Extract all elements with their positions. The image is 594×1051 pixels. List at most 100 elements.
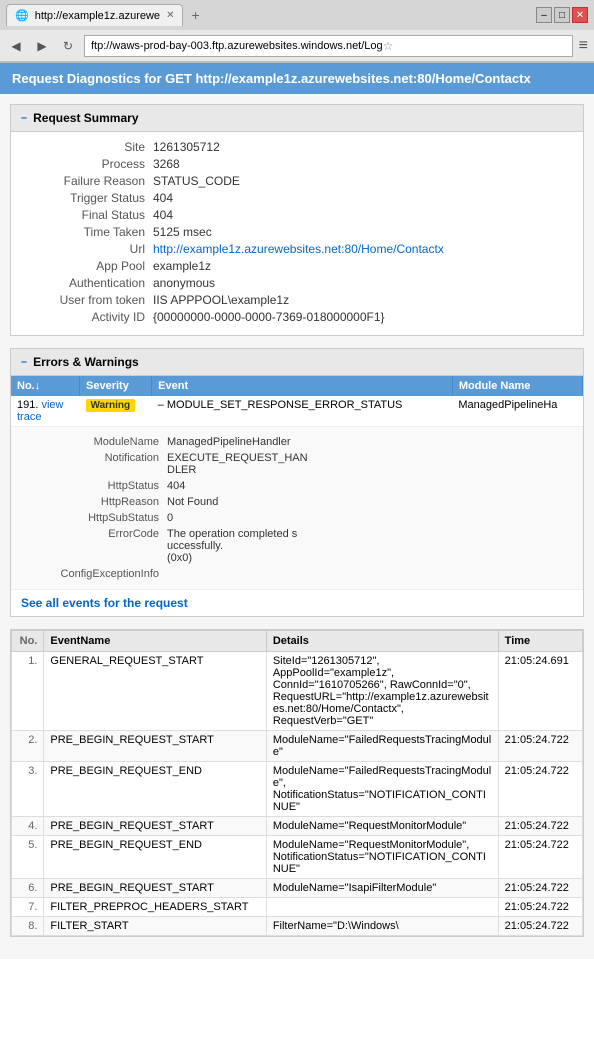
maximize-btn[interactable]: □ <box>554 7 570 23</box>
label-time-taken: Time Taken <box>23 225 153 239</box>
content-area: – Request Summary Site 1261305712 Proces… <box>0 94 594 959</box>
event-row-details: ModuleName="FailedRequestsTracingModule"… <box>266 762 498 817</box>
event-row-name: PRE_BEGIN_REQUEST_START <box>44 879 266 898</box>
field-row-activity-id: Activity ID {00000000-0000-0000-7369-018… <box>23 310 571 324</box>
col-module: Module Name <box>452 376 582 396</box>
event-row: 1. GENERAL_REQUEST_START SiteId="1261305… <box>12 652 583 731</box>
event-row-num: 7. <box>12 898 44 917</box>
label-trigger-status: Trigger Status <box>23 191 153 205</box>
request-summary-header: – Request Summary <box>11 105 583 132</box>
label-site: Site <box>23 140 153 154</box>
bookmark-icon[interactable]: ☆ <box>383 39 394 53</box>
detail-http-status: HttpStatus 404 <box>37 478 567 494</box>
event-row-name: FILTER_START <box>44 917 266 936</box>
event-row-name: PRE_BEGIN_REQUEST_START <box>44 817 266 836</box>
close-btn[interactable]: ✕ <box>572 7 588 23</box>
event-row-time: 21:05:24.722 <box>498 836 582 879</box>
event-row-details: SiteId="1261305712", AppPoolId="example1… <box>266 652 498 731</box>
minimize-btn[interactable]: – <box>536 7 552 23</box>
event-row-num: 6. <box>12 879 44 898</box>
field-row-app-pool: App Pool example1z <box>23 259 571 273</box>
value-time-taken: 5125 msec <box>153 225 212 239</box>
error-row-191: 191. viewtrace Warning – MODULE_SET_RESP… <box>11 396 583 427</box>
event-row-details: ModuleName="IsapiFilterModule" <box>266 879 498 898</box>
value-url[interactable]: http://example1z.azurewebsites.net:80/Ho… <box>153 242 444 256</box>
request-summary-section: – Request Summary Site 1261305712 Proces… <box>10 104 584 336</box>
browser-chrome: 🌐 http://example1z.azurewe ✕ + – □ ✕ ◀ ▶… <box>0 0 594 63</box>
new-tab-btn[interactable]: + <box>185 5 205 25</box>
event-row-details <box>266 898 498 917</box>
collapse-errors-btn[interactable]: – <box>21 356 27 368</box>
error-row-number: 191. <box>17 399 41 411</box>
field-row-time-taken: Time Taken 5125 msec <box>23 225 571 239</box>
value-http-status: 404 <box>167 480 185 492</box>
menu-btn[interactable]: ≡ <box>579 37 588 55</box>
back-btn[interactable]: ◀ <box>6 36 26 56</box>
event-row-name: FILTER_PREPROC_HEADERS_START <box>44 898 266 917</box>
field-row-final-status: Final Status 404 <box>23 208 571 222</box>
field-row-user-from-token: User from token IIS APPPOOL\example1z <box>23 293 571 307</box>
tab-favicon: 🌐 <box>15 9 29 22</box>
event-row-time: 21:05:24.691 <box>498 652 582 731</box>
label-http-reason: HttpReason <box>37 496 167 508</box>
error-module: ManagedPipelineHa <box>452 396 582 427</box>
event-row-time: 21:05:24.722 <box>498 817 582 836</box>
request-summary-title: Request Summary <box>33 111 138 125</box>
event-row-num: 1. <box>12 652 44 731</box>
address-bar: ◀ ▶ ↻ ftp://waws-prod-bay-003.ftp.azurew… <box>0 30 594 62</box>
event-row: 3. PRE_BEGIN_REQUEST_END ModuleName="Fai… <box>12 762 583 817</box>
event-row-num: 5. <box>12 836 44 879</box>
errors-table-header-row: No.↓ Severity Event Module Name <box>11 376 583 396</box>
value-notification: EXECUTE_REQUEST_HANDLER <box>167 452 308 476</box>
value-http-reason: Not Found <box>167 496 218 508</box>
value-module-name: ManagedPipelineHandler <box>167 436 291 448</box>
event-row: 6. PRE_BEGIN_REQUEST_START ModuleName="I… <box>12 879 583 898</box>
value-authentication: anonymous <box>153 276 215 290</box>
col-no: No.↓ <box>11 376 80 396</box>
label-notification: Notification <box>37 452 167 476</box>
collapse-summary-btn[interactable]: – <box>21 112 27 124</box>
label-final-status: Final Status <box>23 208 153 222</box>
summary-fields: Site 1261305712 Process 3268 Failure Rea… <box>11 132 583 335</box>
title-bar: 🌐 http://example1z.azurewe ✕ + – □ ✕ <box>0 0 594 30</box>
event-row-details: FilterName="D:\Windows\ <box>266 917 498 936</box>
value-http-substatus: 0 <box>167 512 173 524</box>
value-site: 1261305712 <box>153 140 220 154</box>
event-row-time: 21:05:24.722 <box>498 762 582 817</box>
event-row-name: PRE_BEGIN_REQUEST_START <box>44 731 266 762</box>
tab-close-btn[interactable]: ✕ <box>166 10 174 21</box>
label-http-substatus: HttpSubStatus <box>37 512 167 524</box>
label-http-status: HttpStatus <box>37 480 167 492</box>
browser-tab[interactable]: 🌐 http://example1z.azurewe ✕ <box>6 4 183 26</box>
col-event-details: Details <box>266 631 498 652</box>
page-header-text: Request Diagnostics for GET http://examp… <box>12 71 531 86</box>
label-user-from-token: User from token <box>23 293 153 307</box>
errors-warnings-section: – Errors & Warnings No.↓ Severity Event … <box>10 348 584 617</box>
label-config-exception: ConfigExceptionInfo <box>37 568 167 580</box>
warning-badge: Warning <box>86 399 136 412</box>
event-row: 2. PRE_BEGIN_REQUEST_START ModuleName="F… <box>12 731 583 762</box>
address-input[interactable]: ftp://waws-prod-bay-003.ftp.azurewebsite… <box>84 35 573 57</box>
field-row-url: Url http://example1z.azurewebsites.net:8… <box>23 242 571 256</box>
value-app-pool: example1z <box>153 259 211 273</box>
label-activity-id: Activity ID <box>23 310 153 324</box>
col-event: Event <box>152 376 453 396</box>
col-event-name: EventName <box>44 631 266 652</box>
label-authentication: Authentication <box>23 276 153 290</box>
see-all-events-link[interactable]: See all events for the request <box>11 590 198 616</box>
event-row-num: 3. <box>12 762 44 817</box>
event-row-num: 2. <box>12 731 44 762</box>
address-text: ftp://waws-prod-bay-003.ftp.azurewebsite… <box>91 40 383 52</box>
value-failure-reason: STATUS_CODE <box>153 174 240 188</box>
event-row-time: 21:05:24.722 <box>498 731 582 762</box>
col-event-time: Time <box>498 631 582 652</box>
refresh-btn[interactable]: ↻ <box>58 36 78 56</box>
events-table: No. EventName Details Time 1. GENERAL_RE… <box>11 630 583 936</box>
value-trigger-status: 404 <box>153 191 173 205</box>
forward-btn[interactable]: ▶ <box>32 36 52 56</box>
event-row-details: ModuleName="FailedRequestsTracingModule" <box>266 731 498 762</box>
event-row-time: 21:05:24.722 <box>498 898 582 917</box>
label-error-code: ErrorCode <box>37 528 167 564</box>
label-app-pool: App Pool <box>23 259 153 273</box>
detail-error-code: ErrorCode The operation completed succes… <box>37 526 567 566</box>
